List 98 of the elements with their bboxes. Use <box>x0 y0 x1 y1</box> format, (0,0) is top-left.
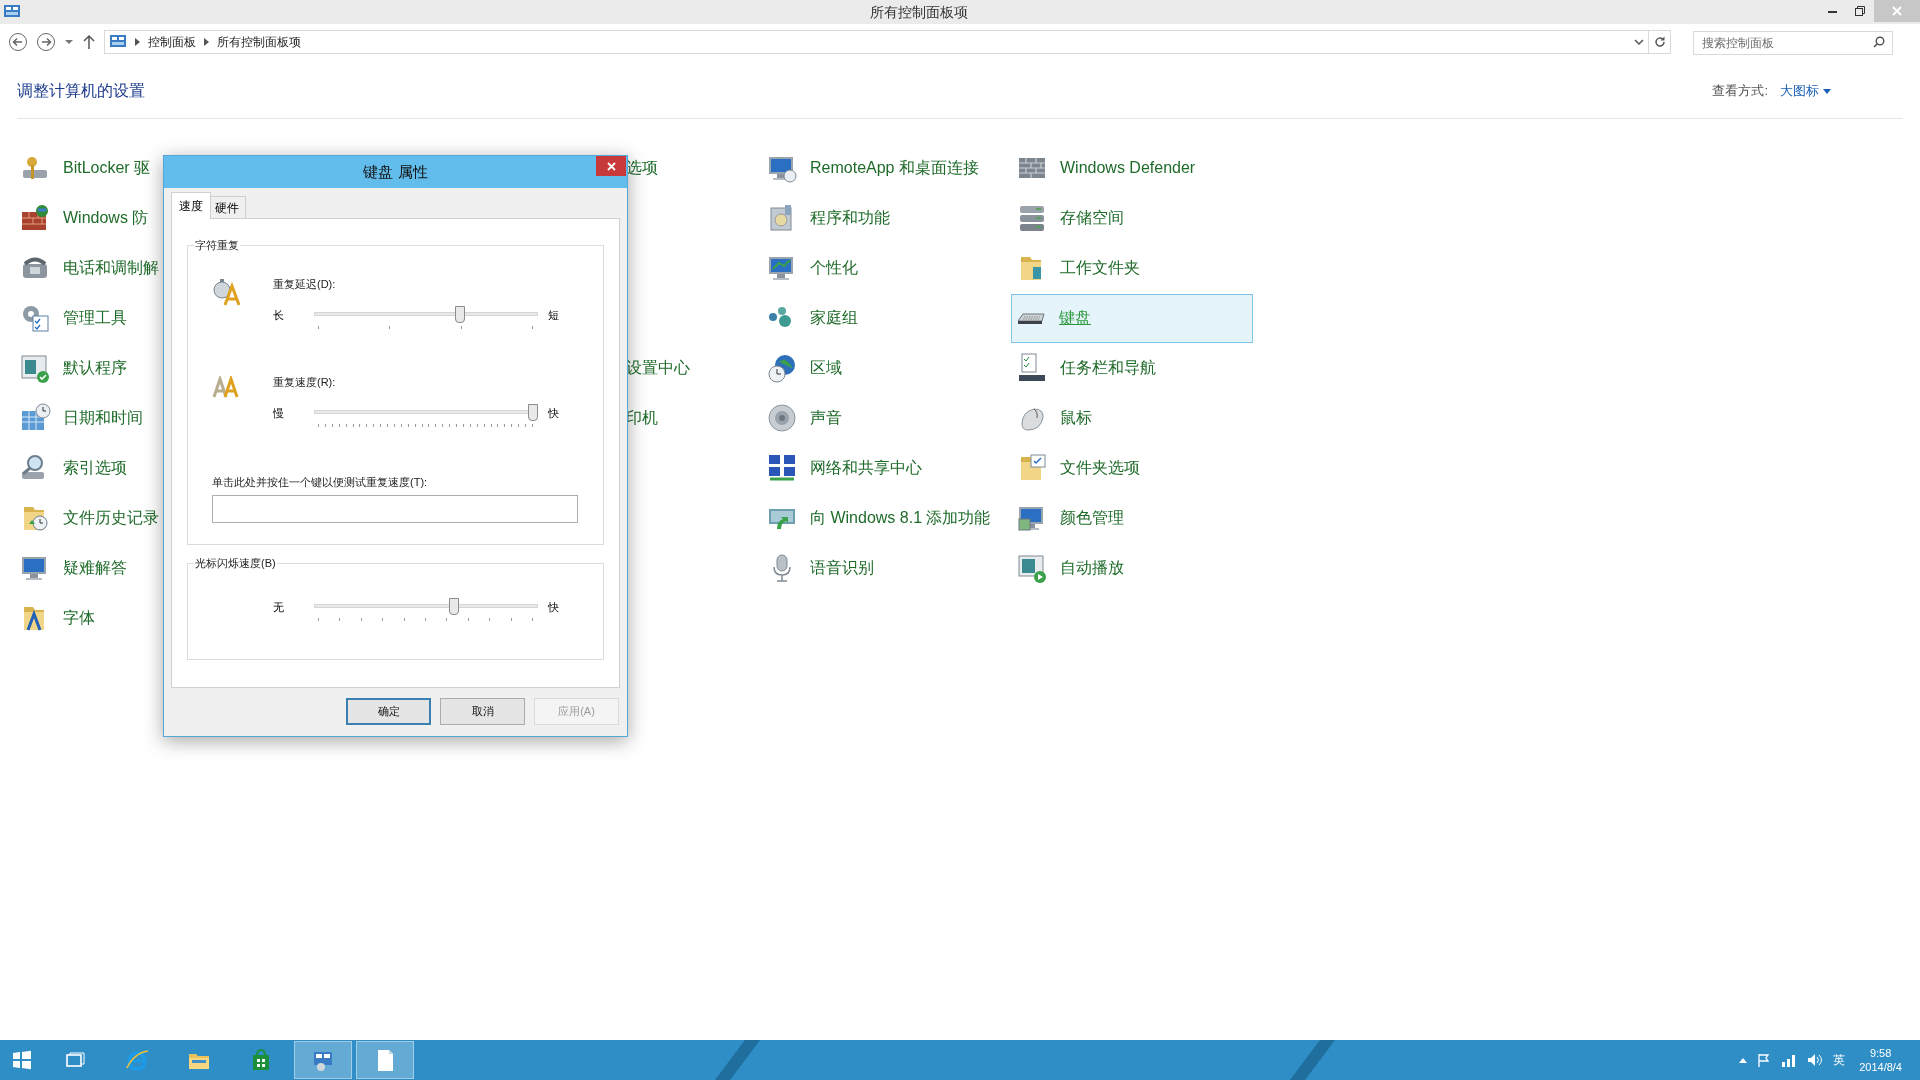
forward-button[interactable] <box>36 32 56 52</box>
control-panel-item[interactable]: 管理工具 <box>18 293 128 343</box>
group-title: 光标闪烁速度(B) <box>194 556 277 570</box>
dropdown-icon <box>1823 88 1831 94</box>
control-panel-item[interactable]: 字体 <box>18 593 96 643</box>
control-panel-item[interactable]: 存储空间 <box>1015 193 1125 243</box>
control-panel-item[interactable]: 日期和时间 <box>18 393 144 443</box>
tab[interactable]: 速度 <box>171 192 211 219</box>
slider-thumb[interactable] <box>455 306 466 323</box>
refresh-icon <box>1653 36 1666 48</box>
breadcrumb[interactable]: 所有控制面板项 <box>217 33 301 51</box>
control-panel-item[interactable]: 向 Windows 8.1 添加功能 <box>765 493 992 543</box>
input-field[interactable] <box>212 494 578 523</box>
view-label: 查看方式: <box>1712 82 1768 101</box>
network-icon <box>766 452 798 484</box>
control-panel-item[interactable]: 疑难解答 <box>18 543 128 593</box>
close-icon <box>1892 6 1902 16</box>
slider-min-label: 长 <box>273 308 285 323</box>
field-label: 单击此处并按住一个键以便测试重复速度(T): <box>212 475 429 490</box>
control-panel-item[interactable]: 程序和功能 <box>765 193 891 243</box>
clock[interactable]: 9:58 2014/8/4 <box>1859 1046 1902 1074</box>
speaker-icon <box>766 402 798 434</box>
window-title: 所有控制面板项 <box>870 2 968 22</box>
taskbar-button[interactable] <box>294 1041 352 1079</box>
stopwatch-letter-icon <box>212 278 242 306</box>
control-panel-item[interactable]: 选项 <box>625 143 659 193</box>
control-panel-item[interactable]: Windows Defender <box>1015 143 1197 193</box>
control-panel-item[interactable]: 文件历史记录 <box>18 493 160 543</box>
up-button[interactable] <box>82 34 96 50</box>
control-panel-item[interactable]: 网络和共享中心 <box>765 443 923 493</box>
control-panel-item[interactable]: 区域 <box>765 343 843 393</box>
address-field[interactable]: 控制面板 所有控制面板项 <box>104 30 1649 54</box>
slider-min-label: 无 <box>273 600 285 615</box>
back-button[interactable] <box>8 32 28 52</box>
control-panel-icon <box>312 1049 334 1071</box>
checklist-icon <box>1016 352 1048 384</box>
dropdown-icon[interactable] <box>1634 38 1644 46</box>
chevron-icon <box>204 38 209 46</box>
minimize-icon <box>1827 9 1837 13</box>
control-panel-item[interactable]: 个性化 <box>765 243 859 293</box>
network-icon[interactable] <box>1781 1053 1798 1067</box>
window-check-icon <box>19 352 51 384</box>
control-panel-item[interactable]: RemoteApp 和桌面连接 <box>765 143 980 193</box>
volume-icon[interactable] <box>1807 1053 1824 1067</box>
control-panel-item[interactable]: 声音 <box>765 393 843 443</box>
control-panel-item[interactable]: 默认程序 <box>18 343 128 393</box>
history-dropdown-icon[interactable] <box>64 37 74 47</box>
slider-label: 重复延迟(D): <box>273 277 337 292</box>
slider[interactable] <box>314 306 538 332</box>
control-panel-item[interactable]: 家庭组 <box>765 293 859 343</box>
control-panel-item[interactable]: 设置中心 <box>625 343 691 393</box>
chevron-icon <box>135 38 140 46</box>
control-panel-item[interactable]: 任务栏和导航 <box>1015 343 1157 393</box>
control-panel-item[interactable]: 工作文件夹 <box>1015 243 1141 293</box>
close-button[interactable] <box>596 156 626 176</box>
show-hidden-icons[interactable] <box>1739 1057 1748 1063</box>
page-heading: 调整计算机的设置 <box>17 81 145 101</box>
close-icon <box>606 161 616 171</box>
control-panel-item[interactable]: BitLocker 驱 <box>18 143 152 193</box>
control-panel-item[interactable]: 自动播放 <box>1015 543 1125 593</box>
slider-max-label: 快 <box>548 406 559 421</box>
slider-thumb[interactable] <box>448 598 459 615</box>
restore-icon <box>1855 6 1865 16</box>
taskbar-button[interactable] <box>356 1041 414 1079</box>
monitor-play-icon <box>1016 552 1048 584</box>
shopping-bag-icon <box>250 1049 272 1071</box>
search-icon <box>1873 35 1885 48</box>
control-panel-item[interactable]: Windows 防 <box>18 193 150 243</box>
control-panel-item[interactable]: 语音识别 <box>765 543 875 593</box>
diagonal-stripe <box>715 1040 760 1080</box>
control-panel-item[interactable]: 索引选项 <box>18 443 128 493</box>
globe-icon <box>126 1049 148 1071</box>
globe-clock-icon <box>766 352 798 384</box>
breadcrumb[interactable]: 控制面板 <box>148 33 196 51</box>
slider-label: 重复速度(R): <box>273 375 337 390</box>
windows-logo-icon <box>11 1049 33 1071</box>
control-panel-item[interactable]: 鼠标 <box>1015 393 1093 443</box>
flag-icon[interactable] <box>1757 1053 1772 1067</box>
dialog-title: 键盘 属性 <box>363 161 428 182</box>
view-dropdown[interactable]: 大图标 <box>1780 81 1831 101</box>
dialog-button[interactable]: 取消 <box>440 698 525 725</box>
control-panel-item[interactable]: 文件夹选项 <box>1015 443 1141 493</box>
diagonal-stripe <box>1290 1040 1335 1080</box>
slider-min-label: 慢 <box>273 406 285 421</box>
slider-max-label: 快 <box>548 600 559 615</box>
search-field[interactable]: 搜索控制面板 <box>1693 30 1893 55</box>
refresh-button[interactable] <box>1649 30 1671 54</box>
control-panel-icon <box>4 5 20 19</box>
input-language-indicator[interactable]: 英 <box>1833 1051 1846 1069</box>
slider[interactable] <box>314 598 538 624</box>
slider-thumb[interactable] <box>528 404 538 421</box>
slider-max-label: 短 <box>548 308 559 323</box>
slider[interactable] <box>314 404 538 430</box>
control-panel-item[interactable]: 电话和调制解 <box>18 243 160 293</box>
control-panel-item[interactable]: 颜色管理 <box>1015 493 1125 543</box>
group-title: 字符重复 <box>194 238 240 252</box>
dialog-button[interactable]: 确定 <box>346 698 431 725</box>
control-panel-icon <box>109 35 127 49</box>
